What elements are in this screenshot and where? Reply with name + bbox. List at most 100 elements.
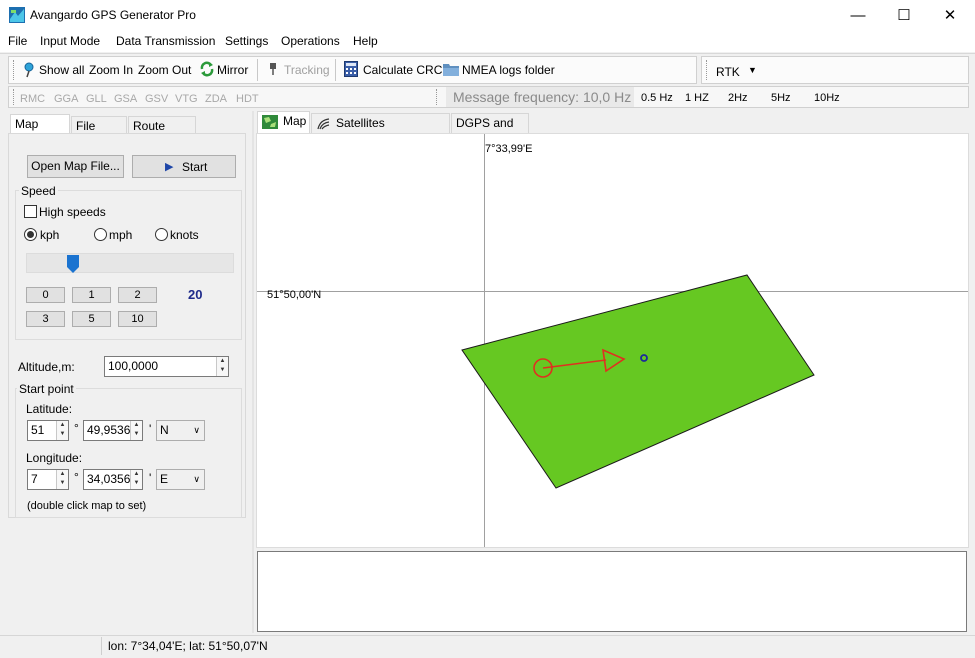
- mph-radio[interactable]: [94, 228, 107, 241]
- longitude-minutes-spinner[interactable]: ▲ ▼: [130, 470, 142, 489]
- folder-icon: [443, 64, 459, 76]
- maximize-button[interactable]: ☐: [881, 0, 927, 31]
- speed-slider-thumb[interactable]: [67, 255, 79, 273]
- window-title: Avangardo GPS Generator Pro: [30, 8, 196, 22]
- minute-symbol: ': [149, 471, 152, 485]
- sentence-gsa[interactable]: GSA: [114, 93, 137, 105]
- speed-preset-3[interactable]: 3: [26, 311, 65, 327]
- output-log[interactable]: [257, 551, 967, 632]
- speed-preset-10[interactable]: 10: [118, 311, 157, 327]
- latitude-minutes-value: 49,9536: [87, 423, 131, 437]
- mph-label: mph: [109, 228, 133, 242]
- sentence-vtg[interactable]: VTG: [175, 93, 198, 105]
- high-speeds-checkbox[interactable]: [24, 205, 37, 218]
- latitude-label: Latitude:: [26, 402, 73, 416]
- calculator-icon: [344, 61, 358, 77]
- sentence-gll[interactable]: GLL: [86, 93, 107, 105]
- altitude-label: Altitude,m:: [18, 360, 75, 374]
- longitude-minutes-value: 34,0356: [87, 472, 131, 486]
- open-map-file-button[interactable]: Open Map File...: [27, 155, 124, 178]
- toolbar-grip: [436, 89, 438, 105]
- status-separator: [101, 637, 102, 655]
- sentence-gga[interactable]: GGA: [54, 93, 78, 105]
- longitude-degrees-input[interactable]: 7 ▲ ▼: [27, 469, 69, 490]
- tab-map[interactable]: Map: [257, 111, 310, 133]
- kph-label: kph: [40, 228, 60, 242]
- sentence-hdt[interactable]: HDT: [236, 93, 259, 105]
- minimize-button[interactable]: —: [835, 0, 881, 31]
- altitude-spinner[interactable]: ▲ ▼: [216, 357, 228, 376]
- knots-radio[interactable]: [155, 228, 168, 241]
- freq-5hz-button[interactable]: 5Hz: [771, 92, 791, 104]
- panel-splitter[interactable]: [252, 111, 254, 633]
- status-coordinates: lon: 7°34,04'E; lat: 51°50,07'N: [108, 639, 268, 653]
- latitude-direction-select[interactable]: N ∨: [156, 420, 205, 441]
- sentence-zda[interactable]: ZDA: [205, 93, 227, 105]
- sentence-rmc[interactable]: RMC: [20, 93, 45, 105]
- freq-2hz-button[interactable]: 2Hz: [728, 92, 748, 104]
- kph-radio[interactable]: [24, 228, 37, 241]
- degree-symbol: °: [74, 470, 79, 484]
- pin-icon: [24, 62, 34, 78]
- message-frequency-display: Message frequency: 10,0 Hz: [446, 87, 634, 107]
- altitude-input[interactable]: 100,0000 ▲ ▼: [104, 356, 229, 377]
- latitude-direction-value: N: [160, 423, 169, 437]
- sentence-gsv[interactable]: GSV: [145, 93, 168, 105]
- longitude-minutes-input[interactable]: 34,0356 ▲ ▼: [83, 469, 143, 490]
- chevron-down-icon: ∨: [193, 474, 200, 484]
- high-speeds-label: High speeds: [39, 205, 106, 219]
- menu-input-mode[interactable]: Input Mode: [40, 34, 100, 48]
- start-button[interactable]: ▶ Start: [132, 155, 236, 178]
- knots-label: knots: [170, 228, 199, 242]
- latitude-degrees-value: 51: [31, 423, 45, 437]
- toolbar-separator: [257, 59, 258, 81]
- freq-1hz-button[interactable]: 1 HZ: [685, 92, 709, 104]
- play-icon: ▶: [165, 161, 174, 173]
- longitude-direction-select[interactable]: E ∨: [156, 469, 205, 490]
- longitude-direction-value: E: [160, 472, 169, 486]
- toolbar-grip: [13, 89, 15, 105]
- freq-0-5hz-button[interactable]: 0.5 Hz: [641, 92, 673, 104]
- speed-preset-0[interactable]: 0: [26, 287, 65, 303]
- start-point-group-title: Start point: [17, 382, 76, 396]
- tab-dgps-rtk[interactable]: DGPS and RTK: [451, 113, 529, 149]
- chevron-down-icon: ∨: [193, 425, 200, 435]
- menu-operations[interactable]: Operations: [281, 34, 340, 48]
- latitude-minutes-input[interactable]: 49,9536 ▲ ▼: [83, 420, 143, 441]
- calculate-crc-button[interactable]: Calculate CRC: [363, 63, 442, 77]
- menu-file[interactable]: File: [8, 34, 27, 48]
- start-button-label: Start: [182, 160, 208, 174]
- minute-symbol: ': [149, 422, 152, 436]
- rtk-dropdown[interactable]: RTK ▼: [710, 61, 762, 81]
- toolbar-separator: [335, 59, 336, 81]
- latitude-degrees-spinner[interactable]: ▲ ▼: [56, 421, 68, 440]
- zoom-out-button[interactable]: Zoom Out: [138, 63, 191, 77]
- menu-help[interactable]: Help: [353, 34, 378, 48]
- tab-satellites-constellation[interactable]: Satellites Constellation: [311, 113, 450, 149]
- menu-data-transmission[interactable]: Data Transmission: [116, 34, 215, 48]
- nmea-logs-folder-button[interactable]: NMEA logs folder: [462, 63, 555, 77]
- speed-slider[interactable]: [26, 253, 234, 273]
- speed-preset-5[interactable]: 5: [72, 311, 111, 327]
- speed-value: 20: [188, 287, 203, 302]
- show-all-button[interactable]: Show all: [39, 63, 84, 77]
- menu-settings[interactable]: Settings: [225, 34, 268, 48]
- speed-preset-2[interactable]: 2: [118, 287, 157, 303]
- chevron-down-icon: ▼: [748, 65, 757, 75]
- close-button[interactable]: ✕: [927, 0, 973, 31]
- latitude-degrees-input[interactable]: 51 ▲ ▼: [27, 420, 69, 441]
- tab-map-label: Map: [283, 114, 307, 128]
- zoom-in-button[interactable]: Zoom In: [89, 63, 133, 77]
- tracking-button[interactable]: Tracking: [284, 63, 330, 77]
- map-area-polygon[interactable]: [461, 274, 815, 489]
- freq-10hz-button[interactable]: 10Hz: [814, 92, 840, 104]
- mirror-button[interactable]: Mirror: [217, 63, 248, 77]
- longitude-label: Longitude:: [26, 451, 83, 465]
- longitude-degrees-spinner[interactable]: ▲ ▼: [56, 470, 68, 489]
- speed-preset-1[interactable]: 1: [72, 287, 111, 303]
- latitude-minutes-spinner[interactable]: ▲ ▼: [130, 421, 142, 440]
- double-click-hint: (double click map to set): [27, 500, 147, 512]
- degree-symbol: °: [74, 421, 79, 435]
- mirror-icon: [200, 61, 214, 77]
- toolbar-grip: [13, 60, 15, 80]
